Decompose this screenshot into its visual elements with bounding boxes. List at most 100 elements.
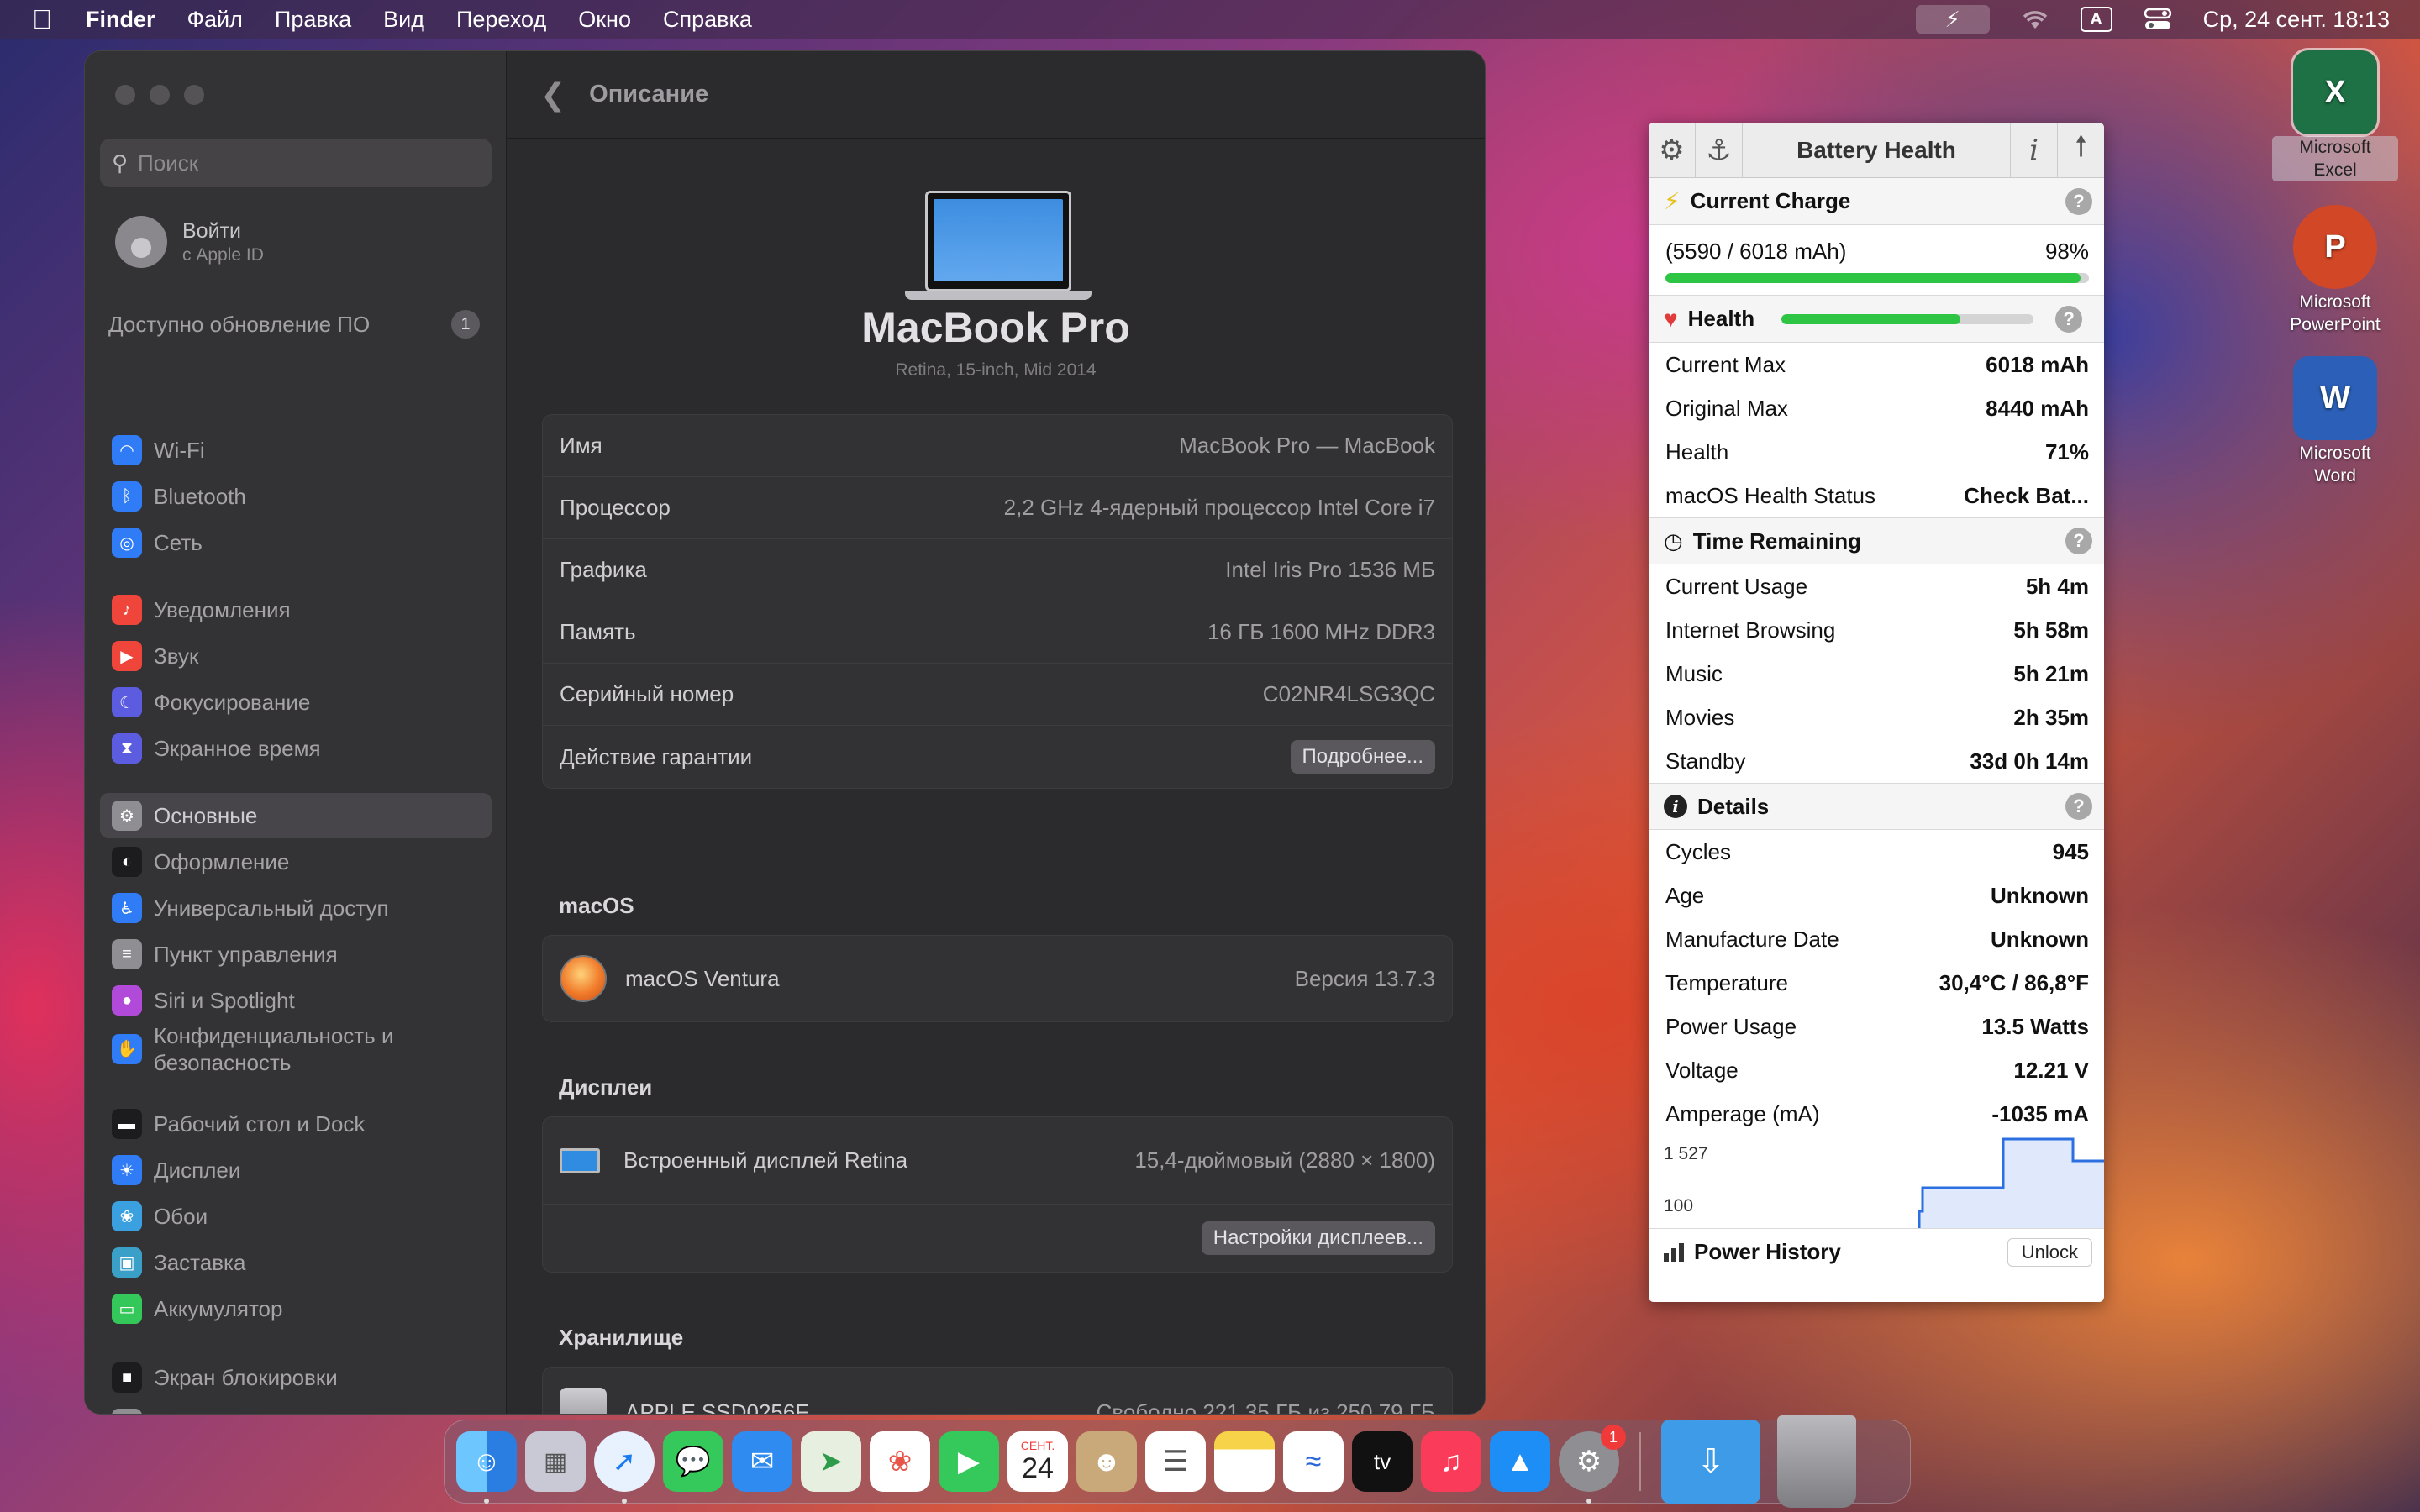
safari-icon[interactable]: ➚ xyxy=(594,1431,655,1504)
signin-title: Войти xyxy=(182,218,241,243)
launchpad-icon[interactable]: ▦ xyxy=(525,1431,586,1492)
spec-row: Серийный номер C02NR4LSG3QC xyxy=(543,664,1452,726)
anchor-icon[interactable]: ⚓ xyxy=(1696,123,1743,178)
info-icon[interactable]: i xyxy=(2010,123,2057,178)
sidebar-item-appearance[interactable]: ◐ Оформление xyxy=(100,839,492,885)
sidebar-item-wifi[interactable]: ◠ Wi-Fi xyxy=(100,428,492,473)
sidebar-item-gear[interactable]: ⚙ Основные xyxy=(100,793,492,838)
charge-bar xyxy=(1665,273,2089,283)
finder-icon[interactable]: ☺ xyxy=(456,1431,517,1504)
desktop-icon-word[interactable]: W Microsoft Word xyxy=(2272,356,2398,487)
sidebar-item-hourglass[interactable]: ⧗ Экранное время xyxy=(100,726,492,771)
contacts-icon[interactable]: ☻ xyxy=(1076,1431,1137,1492)
mail-icon[interactable]: ✉ xyxy=(732,1431,792,1492)
battery-row-label: Age xyxy=(1665,882,1705,908)
sidebar-item-lock[interactable]: ■ Экран блокировки xyxy=(100,1355,492,1400)
unlock-button[interactable]: Unlock xyxy=(2007,1237,2092,1267)
help-icon[interactable]: ? xyxy=(2055,305,2083,333)
input-source-icon[interactable]: A xyxy=(2080,7,2112,32)
system-settings-icon[interactable]: ⚙ 1 xyxy=(1559,1425,1626,1504)
minimize-button[interactable] xyxy=(150,85,170,105)
back-chevron-icon[interactable]: ❮ xyxy=(540,77,566,113)
sidebar-item-globe[interactable]: ◎ Сеть xyxy=(100,520,492,565)
sidebar-item-accessibility[interactable]: ♿ Универсальный доступ xyxy=(100,885,492,931)
messages-icon[interactable]: 💬 xyxy=(663,1431,723,1492)
menu-app-finder[interactable]: Finder xyxy=(86,7,155,33)
spec-key: Действие гарантии xyxy=(560,743,753,769)
menu-window[interactable]: Окно xyxy=(578,7,631,33)
apple-menu-icon[interactable]:  xyxy=(32,4,52,35)
software-update-item[interactable]: Доступно обновление ПО 1 xyxy=(108,310,480,339)
sidebar-item-dock[interactable]: ▬ Рабочий стол и Dock xyxy=(100,1101,492,1147)
maps-icon[interactable]: ➤ xyxy=(801,1431,861,1492)
menu-help[interactable]: Справка xyxy=(663,7,752,33)
sidebar-item-bell[interactable]: ♪ Уведомления xyxy=(100,587,492,633)
sidebar-item-label: Siri и Spotlight xyxy=(154,987,295,1013)
sidebar-item-label: Звук xyxy=(154,643,199,669)
notes-icon[interactable] xyxy=(1214,1431,1275,1492)
menu-edit[interactable]: Правка xyxy=(275,7,351,33)
calendar-icon[interactable]: СЕНТ. 24 xyxy=(1007,1431,1068,1492)
sidebar-item-screensaver[interactable]: ▣ Заставка xyxy=(100,1240,492,1285)
sidebar-item-speaker[interactable]: ▶ Звук xyxy=(100,633,492,679)
help-icon[interactable]: ? xyxy=(2065,793,2092,820)
music-icon[interactable]: ♫ xyxy=(1421,1431,1481,1492)
battery-row-value: 8440 mAh xyxy=(1986,395,2089,421)
battery-health-panel: ⚙ ⚓ Battery Health i 🠕 ⚡ Current Charge … xyxy=(1649,123,2104,1302)
pane-header: ❮ Описание xyxy=(507,51,1485,139)
battery-row: Manufacture Date Unknown xyxy=(1649,917,2104,961)
charge-bar-fill xyxy=(1665,273,2081,283)
spec-key: Процессор xyxy=(560,495,671,520)
menu-view[interactable]: Вид xyxy=(383,7,424,33)
warranty-details-button[interactable]: Подробнее... xyxy=(1290,740,1435,774)
help-icon[interactable]: ? xyxy=(2065,187,2092,215)
share-arrow-icon[interactable]: 🠕 xyxy=(2057,123,2104,178)
sidebar-item-label: Wi-Fi xyxy=(154,437,205,463)
wifi-status-icon[interactable] xyxy=(2018,5,2052,34)
sidebar-item-control-center[interactable]: ≡ Пункт управления xyxy=(100,932,492,977)
app-store-icon[interactable]: ▲ xyxy=(1490,1431,1550,1492)
details-header: i Details ? xyxy=(1649,783,2104,830)
spec-row: Имя MacBook Pro — MacBook xyxy=(543,415,1452,477)
sidebar-item-wallpaper[interactable]: ❀ Обои xyxy=(100,1194,492,1239)
battery-row-value: Unknown xyxy=(1991,882,2089,908)
menu-bar:  Finder Файл Правка Вид Переход Окно Сп… xyxy=(0,0,2420,39)
menu-clock[interactable]: Ср, 24 сент. 18:13 xyxy=(2203,7,2390,33)
photos-icon[interactable]: ❀ xyxy=(870,1431,930,1492)
sidebar-item-moon[interactable]: ☾ Фокусирование xyxy=(100,680,492,725)
desktop-icon-excel[interactable]: X Microsoft Excel xyxy=(2272,48,2398,181)
page-title: Описание xyxy=(589,81,709,108)
battery-row: macOS Health Status Check Bat... xyxy=(1649,474,2104,517)
sidebar-item-battery[interactable]: ▭ Аккумулятор xyxy=(100,1286,492,1331)
downloads-folder-icon[interactable]: ⇩ xyxy=(1661,1420,1760,1504)
battery-row-label: Current Usage xyxy=(1665,573,1808,599)
reminders-icon[interactable]: ☰ xyxy=(1145,1431,1206,1492)
sidebar-item-hand[interactable]: ✋ Конфиденциальность и безопасность xyxy=(100,1017,492,1081)
zoom-button[interactable] xyxy=(184,85,204,105)
control-center-icon[interactable] xyxy=(2141,5,2175,34)
menu-go[interactable]: Переход xyxy=(456,7,546,33)
search-field[interactable]: ⚲ xyxy=(100,139,492,187)
battery-row-value: 2h 35m xyxy=(2013,704,2089,730)
avatar xyxy=(115,216,167,268)
sidebar-item-password-lock[interactable]: ■ Пароль для входа xyxy=(100,1401,492,1414)
desktop-icon-powerpoint[interactable]: P Microsoft PowerPoint xyxy=(2272,205,2398,336)
facetime-icon[interactable]: ▶ xyxy=(939,1431,999,1492)
sidebar-item-sun[interactable]: ☀ Дисплеи xyxy=(100,1147,492,1193)
battery-health-status-icon[interactable]: ⚡ xyxy=(1915,5,1990,34)
freeform-icon[interactable]: ≈ xyxy=(1283,1431,1344,1492)
apple-id-signin[interactable]: Войти с Apple ID xyxy=(115,216,264,268)
search-input[interactable] xyxy=(138,150,458,176)
close-button[interactable] xyxy=(115,85,135,105)
display-settings-button[interactable]: Настройки дисплеев... xyxy=(1201,1221,1435,1255)
apple-tv-icon[interactable]: tv xyxy=(1352,1431,1413,1492)
menu-file[interactable]: Файл xyxy=(187,7,243,33)
help-icon[interactable]: ? xyxy=(2065,528,2092,554)
charge-text: (5590 / 6018 mAh) xyxy=(1665,239,1847,264)
sidebar-item-bluetooth[interactable]: ᛒ Bluetooth xyxy=(100,474,492,519)
tv-label: tv xyxy=(1373,1448,1392,1474)
trash-icon[interactable] xyxy=(1777,1415,1856,1508)
storage-section-title: Хранилище xyxy=(559,1325,684,1350)
sidebar-item-siri[interactable]: ● Siri и Spotlight xyxy=(100,978,492,1023)
gear-icon[interactable]: ⚙ xyxy=(1649,123,1696,178)
